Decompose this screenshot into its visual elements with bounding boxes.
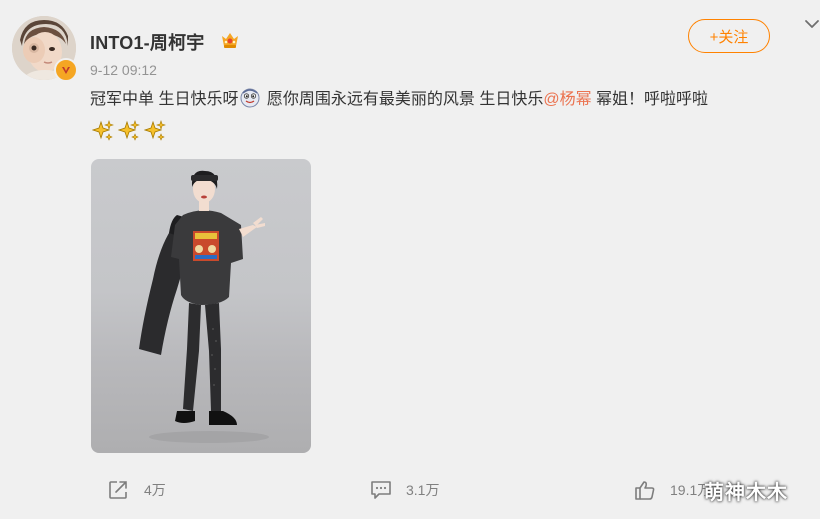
chevron-down-icon[interactable] (804, 16, 820, 32)
verified-badge-icon (54, 58, 78, 82)
emoji-face-icon (240, 88, 260, 108)
comment-button[interactable]: 3.1万 (370, 478, 439, 502)
sparkles-icon (143, 120, 166, 142)
post-photo[interactable] (91, 159, 311, 453)
repost-icon (109, 481, 127, 499)
watermark-text: 萌神木木 (704, 482, 788, 504)
vip-crown-icon[interactable] (220, 30, 240, 50)
sparkles-icon (117, 120, 140, 142)
sparkles-icon (91, 120, 114, 142)
repost-button[interactable]: 4万 (108, 478, 166, 502)
follow-button[interactable]: +关注 (688, 19, 770, 53)
follow-button-label: +关注 (709, 28, 749, 46)
author-name[interactable]: INTO1-周柯宇 (90, 29, 204, 55)
like-button[interactable]: 19.1万 (634, 478, 711, 502)
repost-count: 4万 (144, 482, 166, 498)
post-timestamp[interactable]: 9-12 09:12 (90, 62, 157, 78)
thumbs-up-icon (635, 481, 655, 500)
author-avatar[interactable] (12, 16, 78, 82)
comment-icon (371, 481, 391, 499)
weibo-post-card: INTO1-周柯宇 9-12 09:12 +关注 冠军中单 生日快乐呀 愿你周围… (0, 0, 820, 519)
post-text-part3: 幂姐！呼啦呼啦 (591, 91, 709, 108)
mention-link[interactable]: @杨幂 (543, 91, 591, 108)
comment-count: 3.1万 (406, 482, 440, 498)
post-content: 冠军中单 生日快乐呀 愿你周围永远有最美丽的风景 生日快乐@杨幂 幂姐！呼啦呼啦 (90, 88, 810, 112)
post-text-part2: 愿你周围永远有最美丽的风景 生日快乐 (266, 91, 544, 108)
sparkles-row (91, 120, 166, 142)
post-text-part1: 冠军中单 生日快乐呀 (90, 91, 239, 108)
